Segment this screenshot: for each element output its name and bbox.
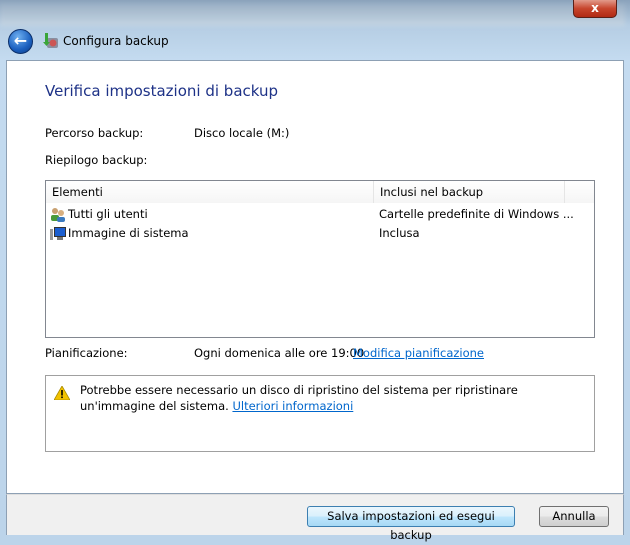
summary-label: Riepilogo backup: <box>45 153 148 167</box>
save-and-run-backup-button[interactable]: Salva impostazioni ed esegui backup <box>307 506 515 542</box>
cancel-button[interactable]: Annulla <box>539 506 609 527</box>
change-schedule-link[interactable]: Modifica pianificazione <box>353 346 484 360</box>
list-item[interactable]: Tutti gli utenti Cartelle predefinite di… <box>46 205 594 224</box>
schedule-value: Ogni domenica alle ore 19:00 <box>194 346 365 360</box>
users-icon <box>51 208 65 222</box>
back-button[interactable]: ← <box>8 29 33 54</box>
schedule-label: Pianificazione: <box>45 346 128 360</box>
window-title: Configura backup <box>63 34 169 48</box>
item-included: Cartelle predefinite di Windows ... <box>379 207 574 221</box>
backup-path-value: Disco locale (M:) <box>194 126 290 140</box>
computer-icon <box>50 227 66 240</box>
item-name: Tutti gli utenti <box>68 207 148 221</box>
column-header-filler <box>565 181 594 203</box>
item-name: Immagine di sistema <box>68 226 189 240</box>
warning-message: Potrebbe essere necessario un disco di r… <box>80 382 590 414</box>
warning-icon <box>54 386 70 400</box>
item-included: Inclusa <box>379 226 420 240</box>
back-arrow-icon: ← <box>13 31 28 50</box>
window-frame: x ← Configura backup Verifica impostazio… <box>0 0 630 545</box>
warning-box: Potrebbe essere necessario un disco di r… <box>45 375 595 452</box>
column-header-included[interactable]: Inclusi nel backup <box>374 181 565 203</box>
more-info-link[interactable]: Ulteriori informazioni <box>232 399 353 413</box>
column-header-elements[interactable]: Elementi <box>46 181 374 203</box>
content-panel: Verifica impostazioni di backup Percorso… <box>6 60 624 494</box>
backup-path-label: Percorso backup: <box>45 126 144 140</box>
backup-icon <box>43 33 58 48</box>
backup-items-list[interactable]: Elementi Inclusi nel backup Tutti gli ut… <box>45 180 595 338</box>
close-button[interactable]: x <box>573 0 617 18</box>
background-address-bar <box>0 4 625 26</box>
list-item[interactable]: Immagine di sistema Inclusa <box>46 224 594 243</box>
page-heading: Verifica impostazioni di backup <box>45 82 279 100</box>
button-bar: Salva impostazioni ed esegui backup Annu… <box>6 494 624 542</box>
